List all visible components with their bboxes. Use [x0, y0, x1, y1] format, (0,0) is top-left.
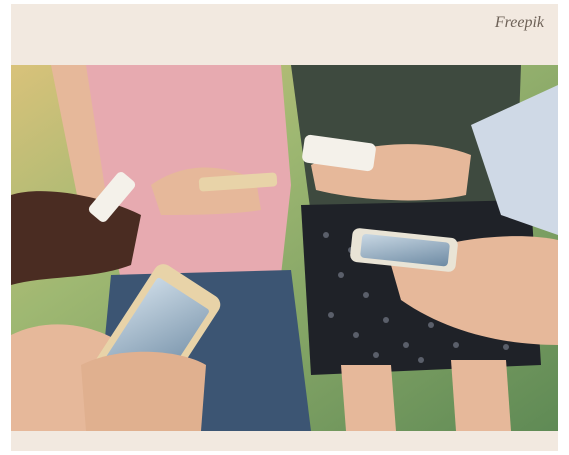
- photo-illustration: [11, 65, 558, 431]
- leg-right: [451, 360, 511, 431]
- photo-card: Freepik: [11, 4, 558, 451]
- photo-credit: Freepik: [494, 14, 544, 31]
- group-phones-photo: [11, 65, 558, 431]
- thumb-hand-bottom: [81, 351, 206, 431]
- leg-left: [341, 365, 396, 431]
